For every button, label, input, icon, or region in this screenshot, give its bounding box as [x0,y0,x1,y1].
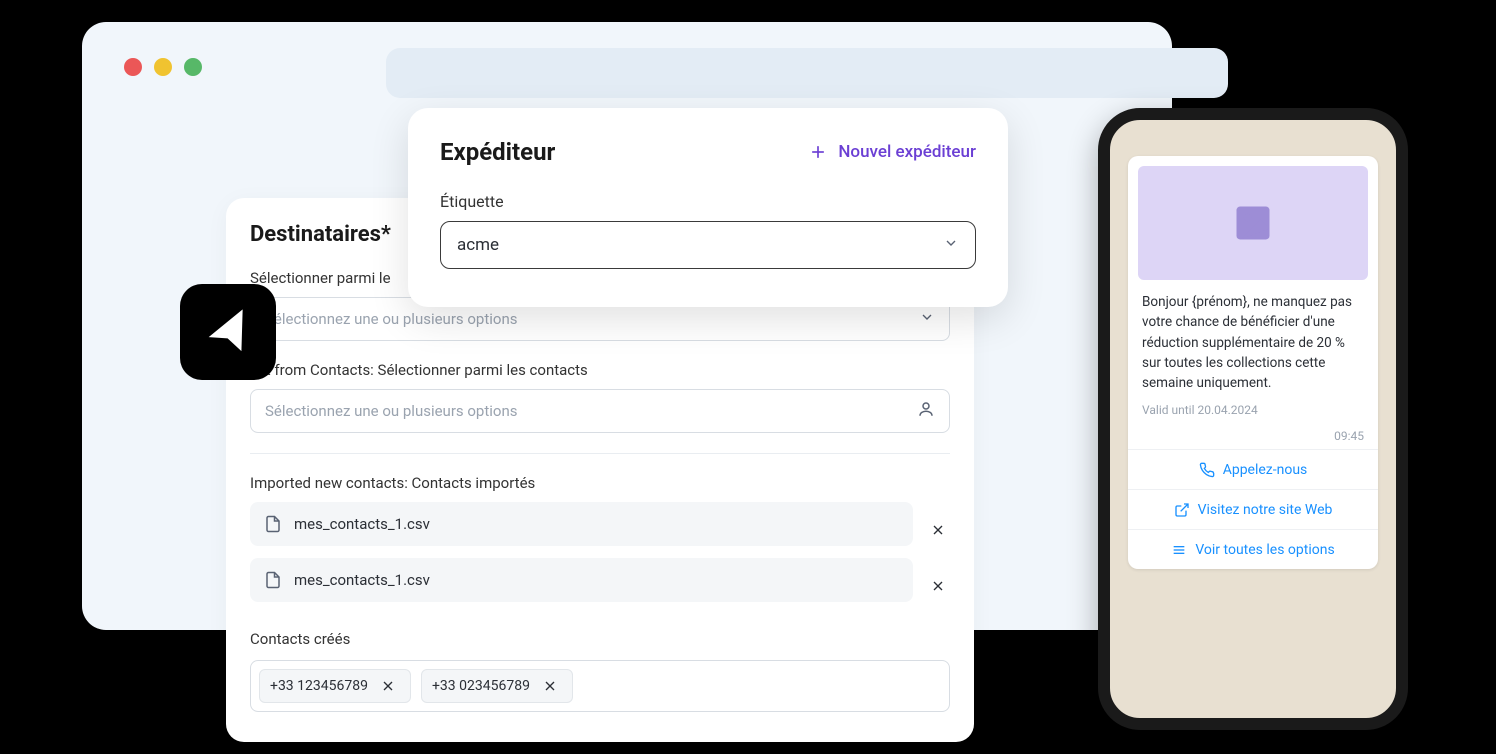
address-bar[interactable] [386,48,1228,98]
imported-file: mes_contacts_1.csv [250,502,913,546]
imported-file: mes_contacts_1.csv [250,558,913,602]
contacts-select[interactable]: Sélectionnez une ou plusieurs options [250,389,950,433]
imported-contacts-label: Imported new contacts: Contacts importés [250,474,950,492]
file-name: mes_contacts_1.csv [294,571,430,589]
action-label: Appelez-nous [1223,462,1308,478]
remove-phone-button[interactable] [376,674,400,698]
close-window-icon[interactable] [124,58,142,76]
divider [250,453,950,454]
message-valid-until: Valid until 20.04.2024 [1142,401,1364,419]
send-app-icon [180,284,276,380]
phone-preview: Bonjour {prénom}, ne manquez pas votre c… [1098,108,1408,730]
message-body: Bonjour {prénom}, ne manquez pas votre c… [1128,290,1378,429]
contacts-select-label: ect from Contacts: Sélectionner parmi le… [250,361,950,379]
message-time: 09:45 [1128,429,1378,449]
chevron-down-icon [943,235,959,256]
etiquette-label: Étiquette [440,192,976,211]
external-link-icon [1174,502,1190,518]
phone-number: +33 123456789 [270,678,368,694]
image-icon [1231,201,1275,245]
sender-panel: Expéditeur Nouvel expéditeur Étiquette a… [408,108,1008,307]
phone-tag: +33 123456789 [259,669,411,703]
created-contacts-input[interactable]: +33 123456789 +33 023456789 [250,660,950,712]
remove-file-button[interactable] [927,518,951,542]
file-name: mes_contacts_1.csv [294,515,430,533]
message-card: Bonjour {prénom}, ne manquez pas votre c… [1128,156,1378,569]
action-see-all[interactable]: Voir toutes les options [1128,529,1378,569]
maximize-window-icon[interactable] [184,58,202,76]
file-icon [264,571,282,589]
minimize-window-icon[interactable] [154,58,172,76]
new-sender-label: Nouvel expéditeur [838,142,976,162]
phone-number: +33 023456789 [432,678,530,694]
sender-title: Expéditeur [440,138,555,166]
chevron-down-icon [919,309,935,329]
select-placeholder: Sélectionnez une ou plusieurs options [265,402,518,420]
paper-plane-icon [199,303,258,362]
action-label: Visitez notre site Web [1198,502,1333,518]
etiquette-select[interactable]: acme [440,221,976,269]
action-label: Voir toutes les options [1195,542,1334,558]
phone-icon [1199,462,1215,478]
message-image-placeholder [1138,166,1368,280]
action-visit-site[interactable]: Visitez notre site Web [1128,489,1378,529]
created-contacts-label: Contacts créés [250,630,950,648]
phone-tag: +33 023456789 [421,669,573,703]
person-icon [917,400,935,422]
select-placeholder: Sélectionnez une ou plusieurs options [265,310,518,328]
menu-icon [1171,542,1187,558]
remove-phone-button[interactable] [538,674,562,698]
action-call-us[interactable]: Appelez-nous [1128,449,1378,489]
remove-file-button[interactable] [927,574,951,598]
message-text: Bonjour {prénom}, ne manquez pas votre c… [1142,292,1364,393]
etiquette-value: acme [457,235,499,255]
file-icon [264,515,282,533]
plus-icon [808,142,828,162]
new-sender-button[interactable]: Nouvel expéditeur [808,142,976,162]
window-controls [124,58,202,76]
